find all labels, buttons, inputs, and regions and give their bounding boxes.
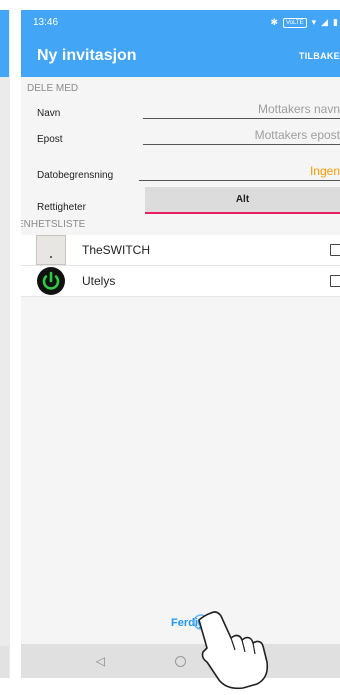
nav-back-icon[interactable]: ◁ bbox=[96, 654, 105, 668]
previous-screen-navbar bbox=[0, 646, 9, 678]
previous-screen-card bbox=[0, 10, 10, 678]
page-title: Ny invitasjon bbox=[37, 47, 137, 64]
tap-gesture-hand-icon bbox=[185, 600, 280, 695]
system-nav-bar: ◁ bbox=[21, 644, 340, 678]
battery-icon: ▮ bbox=[333, 17, 338, 27]
rights-label: Rettigheter bbox=[37, 202, 86, 213]
date-limit-selector[interactable]: Ingen bbox=[139, 164, 340, 181]
device-name: TheSWITCH bbox=[82, 243, 151, 257]
screen: 13:46 ✱ VoLTE ▾ ◢ ▮ Ny invitasjon TILBAK… bbox=[0, 0, 340, 695]
signal-icon: ◢ bbox=[321, 17, 329, 27]
date-limit-row: Datobegrensning Ingen bbox=[21, 149, 340, 185]
device-name: Utelys bbox=[82, 274, 116, 288]
power-icon bbox=[36, 266, 66, 296]
email-row: Epost Mottakers epost bbox=[21, 123, 340, 149]
device-checkbox[interactable] bbox=[330, 244, 340, 256]
device-row-utelys[interactable]: Utelys bbox=[21, 266, 340, 297]
name-row: Navn Mottakers navn bbox=[21, 97, 340, 123]
rights-selector[interactable]: Alt bbox=[145, 187, 340, 214]
previous-screen-appbar bbox=[0, 10, 9, 77]
wall-switch-icon bbox=[36, 235, 66, 265]
nav-home-icon[interactable] bbox=[174, 655, 186, 667]
email-input[interactable]: Mottakers epost bbox=[143, 128, 340, 145]
date-limit-label: Datobegrensning bbox=[37, 170, 114, 181]
name-label: Navn bbox=[37, 108, 61, 119]
share-section-header: DELE MED bbox=[27, 83, 79, 94]
wifi-icon: ▾ bbox=[311, 17, 317, 27]
bluetooth-icon: ✱ bbox=[270, 17, 279, 27]
device-row-theswitch[interactable]: TheSWITCH bbox=[21, 235, 340, 266]
rights-row: Rettigheter Alt bbox=[21, 185, 340, 219]
status-bar: 13:46 ✱ VoLTE ▾ ◢ ▮ bbox=[21, 10, 340, 35]
device-list-header: ENHETSLISTE bbox=[21, 219, 86, 230]
status-time: 13:46 bbox=[33, 17, 59, 28]
device-checkbox[interactable] bbox=[330, 275, 340, 287]
phone-screen: 13:46 ✱ VoLTE ▾ ◢ ▮ Ny invitasjon TILBAK… bbox=[21, 10, 340, 678]
back-button[interactable]: TILBAKE bbox=[299, 51, 340, 61]
email-label: Epost bbox=[37, 134, 63, 145]
name-input[interactable]: Mottakers navn bbox=[143, 102, 340, 119]
app-bar: Ny invitasjon TILBAKE bbox=[21, 35, 340, 77]
volte-badge: VoLTE bbox=[283, 17, 307, 28]
